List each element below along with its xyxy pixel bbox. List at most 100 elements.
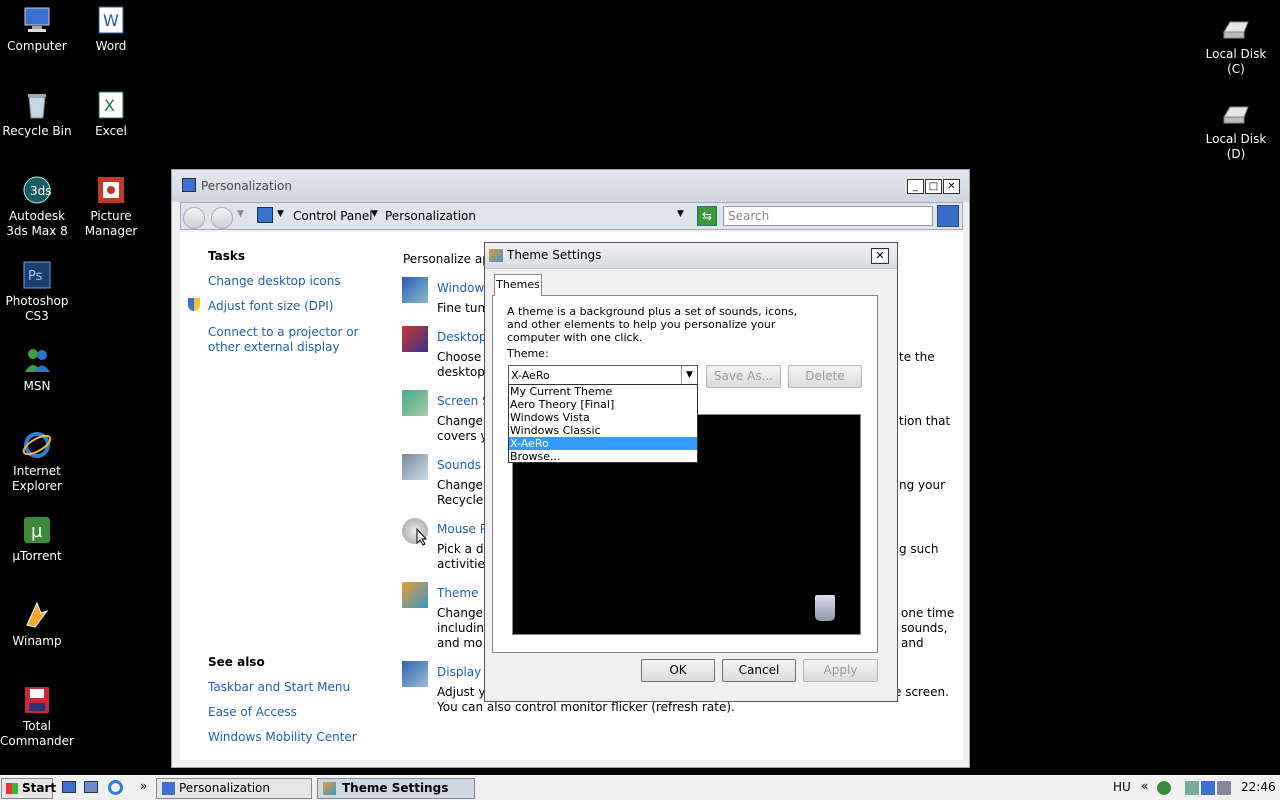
section-desc: and <box>901 636 924 650</box>
dialog-titlebar[interactable]: Theme Settings ✕ <box>485 243 897 269</box>
desktop-icon-computer[interactable]: Computer <box>0 4 74 54</box>
chevron-down-icon[interactable]: ▼ <box>681 366 697 384</box>
section-desc: You can also control monitor flicker (re… <box>437 700 735 714</box>
window-titlebar[interactable]: Personalization _ □ ✕ <box>172 170 969 202</box>
delete-button[interactable]: Delete <box>788 365 862 388</box>
window-color-icon <box>402 277 428 303</box>
theme-option[interactable]: Windows Classic <box>509 424 697 437</box>
chevron-right-icon[interactable]: » <box>140 779 147 793</box>
desktop-icon-label: Internet Explorer <box>12 464 62 493</box>
section-title-display[interactable]: Display <box>437 665 481 679</box>
shield-icon <box>188 298 200 311</box>
taskbar-item-theme-settings[interactable]: Theme Settings <box>317 778 475 799</box>
start-button[interactable]: Start <box>1 778 56 799</box>
section-title-window[interactable]: Window <box>437 281 484 295</box>
taskbar-item-label: Theme Settings <box>342 781 449 795</box>
apply-button[interactable]: Apply <box>803 659 878 682</box>
desktop-icon-utorrent[interactable]: µ µTorrent <box>0 514 74 564</box>
clock[interactable]: 22:46 <box>1241 780 1276 794</box>
section-title-mouse[interactable]: Mouse P <box>437 522 487 536</box>
desktop-icon-word[interactable]: W Word <box>74 4 148 54</box>
theme-select[interactable]: X-AeRo ▼ <box>508 365 698 385</box>
section-desc: e screen. <box>894 685 949 699</box>
maximize-button[interactable]: □ <box>925 179 942 194</box>
save-as-button[interactable]: Save As... <box>706 365 781 388</box>
mouse-cursor-icon <box>416 527 428 549</box>
chevron-right-icon[interactable]: ▼ <box>277 209 284 219</box>
theme-option-selected[interactable]: X-AeRo <box>509 437 697 450</box>
control-panel-icon <box>257 207 273 223</box>
theme-option[interactable]: Browse... <box>509 450 697 463</box>
desktop-icon-label: Recycle Bin <box>2 124 72 138</box>
section-desc: Choose <box>437 350 482 364</box>
section-desc: Recycle <box>437 493 484 507</box>
desktop-icon-local-disk-d[interactable]: Local Disk (D) <box>1199 97 1273 162</box>
theme-option[interactable]: Aero Theory [Final] <box>509 398 697 411</box>
see-also-mobility-center[interactable]: Windows Mobility Center <box>208 730 357 744</box>
theme-dropdown-list[interactable]: My Current Theme Aero Theory [Final] Win… <box>508 384 698 463</box>
photoshop-icon: Ps <box>21 259 53 291</box>
task-link-change-desktop-icons[interactable]: Change desktop icons <box>208 274 341 288</box>
desktop-icon-local-disk-c[interactable]: Local Disk (C) <box>1199 12 1273 77</box>
cancel-button[interactable]: Cancel <box>722 659 796 682</box>
tab-themes[interactable]: Themes <box>494 274 542 296</box>
volume-icon[interactable] <box>1217 781 1231 795</box>
section-title-screen-saver[interactable]: Screen S <box>437 394 490 408</box>
screen-saver-icon <box>402 390 428 416</box>
address-dropdown-icon[interactable]: ▼ <box>677 209 684 219</box>
tray-icon[interactable] <box>1185 781 1199 795</box>
search-input[interactable]: Search <box>723 206 933 226</box>
language-indicator[interactable]: HU <box>1113 780 1131 794</box>
desktop-icon-label: Local Disk (C) <box>1205 47 1267 76</box>
task-link-connect-projector[interactable]: Connect to a projector or other external… <box>208 325 388 355</box>
desktop-icon-ie[interactable]: Internet Explorer <box>0 429 74 494</box>
disk-icon <box>1220 12 1252 44</box>
section-title-desktop[interactable]: Desktop <box>437 330 487 344</box>
desktop-icon-winamp[interactable]: Winamp <box>0 599 74 649</box>
theme-option[interactable]: My Current Theme <box>509 385 697 398</box>
back-button[interactable] <box>183 207 205 229</box>
see-also-taskbar[interactable]: Taskbar and Start Menu <box>208 680 350 694</box>
desktop-icon-picture-manager[interactable]: Picture Manager <box>74 174 148 239</box>
desktop-icon-total-commander[interactable]: Total Commander <box>0 684 74 749</box>
task-link-adjust-font-size[interactable]: Adjust font size (DPI) <box>208 299 333 313</box>
theme-option[interactable]: Windows Vista <box>509 411 697 424</box>
close-button[interactable]: ✕ <box>871 248 889 264</box>
desktop-icon-photoshop[interactable]: Ps Photoshop CS3 <box>0 259 74 324</box>
network-icon[interactable] <box>1201 781 1215 795</box>
utorrent-icon: µ <box>21 514 53 546</box>
window-title: Personalization <box>201 179 292 193</box>
chevron-right-icon[interactable]: ▼ <box>371 209 378 219</box>
close-button[interactable]: ✕ <box>943 179 960 194</box>
switch-windows-icon[interactable] <box>84 781 98 793</box>
ie-quicklaunch-icon[interactable] <box>108 780 123 795</box>
desktop-icon-recycle-bin[interactable]: Recycle Bin <box>0 89 74 139</box>
ok-button[interactable]: OK <box>641 659 715 682</box>
section-desc: sounds, <box>901 621 948 635</box>
utorrent-tray-icon[interactable] <box>1157 781 1171 795</box>
desktop-icon-msn[interactable]: MSN <box>0 344 74 394</box>
section-desc: Change <box>437 414 483 428</box>
desktop-icon-label: Excel <box>95 124 127 138</box>
desktop-icon-label: Word <box>95 39 127 53</box>
chevron-left-icon[interactable]: « <box>1141 779 1148 793</box>
word-icon: W <box>95 4 127 36</box>
section-title-theme[interactable]: Theme <box>437 586 478 600</box>
chevron-down-icon[interactable]: ▼ <box>237 209 244 219</box>
section-title-sounds[interactable]: Sounds <box>437 458 481 472</box>
address-bar: ▼ ▼ Control Panel ▼ Personalization ▼ ⇆ … <box>180 202 963 230</box>
see-also-ease-of-access[interactable]: Ease of Access <box>208 705 297 719</box>
desktop-icon-excel[interactable]: X Excel <box>74 89 148 139</box>
breadcrumb-personalization[interactable]: Personalization <box>385 209 476 223</box>
section-desc: Change <box>437 478 483 492</box>
minimize-button[interactable]: _ <box>907 179 924 194</box>
msn-icon <box>21 344 53 376</box>
taskbar-item-personalization[interactable]: Personalization <box>156 778 312 799</box>
refresh-icon[interactable]: ⇆ <box>697 206 717 226</box>
breadcrumb-control-panel[interactable]: Control Panel <box>293 209 373 223</box>
forward-button[interactable] <box>211 207 233 229</box>
show-desktop-icon[interactable] <box>62 781 76 793</box>
desktop-icon-3dsmax[interactable]: 3ds Autodesk 3ds Max 8 <box>0 174 74 239</box>
search-icon[interactable] <box>937 205 959 227</box>
sounds-icon <box>402 454 428 480</box>
